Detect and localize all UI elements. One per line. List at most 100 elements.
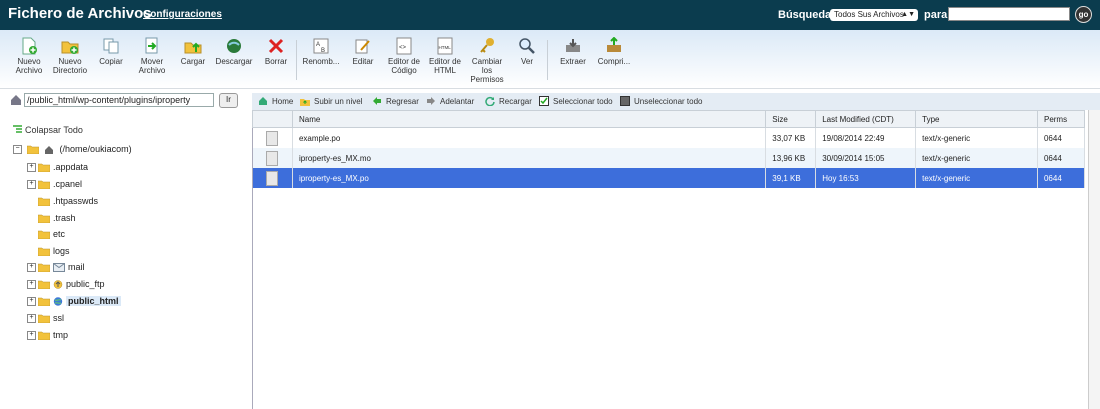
folder-icon xyxy=(38,214,50,224)
code-editor-label: Editor de Código xyxy=(387,57,421,75)
tree-item-label: .htpasswds xyxy=(53,196,99,206)
directory-tree-panel: Colapsar Todo − (/home/oukiacom) + .appda… xyxy=(0,110,253,409)
path-go-button[interactable]: Ir xyxy=(219,93,238,108)
delete-button[interactable]: Borrar xyxy=(262,37,290,66)
table-row[interactable]: example.po 33,07 KB 19/08/2014 22:49 tex… xyxy=(252,127,1086,148)
key-icon xyxy=(480,38,494,53)
new-folder-button[interactable]: Nuevo Directorio xyxy=(51,37,89,75)
path-bar: /public_html/wp-content/plugins/ipropert… xyxy=(10,93,246,108)
extract-icon xyxy=(566,39,580,52)
perms-column-header[interactable]: Perms xyxy=(1036,110,1086,128)
search-label: Búsqueda xyxy=(778,9,832,21)
extract-button[interactable]: Extraer xyxy=(556,37,590,66)
search-input[interactable] xyxy=(948,7,1070,21)
file-size: 39,1 KB xyxy=(765,168,817,188)
copy-button[interactable]: Copiar xyxy=(96,37,126,66)
tree-item-public-ftp[interactable]: + public_ftp xyxy=(27,277,105,291)
tree-root[interactable]: − (/home/oukiacom) xyxy=(13,142,132,156)
edit-icon xyxy=(355,39,370,54)
tree-item-cpanel[interactable]: + .cpanel xyxy=(27,177,82,191)
new-folder-icon xyxy=(61,41,79,54)
file-size: 13,96 KB xyxy=(765,148,817,168)
rename-button[interactable]: AB Renomb... xyxy=(301,37,341,66)
tree-item-appdata[interactable]: + .appdata xyxy=(27,160,88,174)
table-row[interactable]: iproperty-es_MX.mo 13,96 KB 30/09/2014 1… xyxy=(252,148,1086,168)
top-bar: Fichero de Archivos Configuraciones Búsq… xyxy=(0,0,1100,30)
delete-icon xyxy=(268,38,284,54)
copy-label: Copiar xyxy=(99,57,123,66)
expand-toggle-icon[interactable]: + xyxy=(27,180,36,190)
tree-item-etc[interactable]: etc xyxy=(38,227,65,241)
svg-text:<>: <> xyxy=(399,45,407,51)
home-icon xyxy=(259,97,267,105)
back-label: Regresar xyxy=(386,97,419,106)
unselect-all-button[interactable]: Unseleccionar todo xyxy=(620,96,702,106)
file-type: text/x-generic xyxy=(915,148,1038,168)
edit-button[interactable]: Editar xyxy=(350,37,376,66)
upload-button[interactable]: Cargar xyxy=(178,37,208,66)
select-arrows-icon: ▲▼ xyxy=(901,11,915,18)
tree-item-logs[interactable]: logs xyxy=(38,244,70,258)
tree-item-htpasswds[interactable]: .htpasswds xyxy=(38,194,98,208)
edit-label: Editar xyxy=(352,57,374,66)
collapse-all-button[interactable]: Colapsar Todo xyxy=(13,125,83,135)
upload-icon xyxy=(184,42,202,54)
modified-column-header[interactable]: Last Modified (CDT) xyxy=(815,110,917,128)
select-all-button[interactable]: Seleccionar todo xyxy=(539,96,613,106)
tree-item-public-html[interactable]: + public_html xyxy=(27,294,121,308)
compress-button[interactable]: Compri... xyxy=(596,37,632,66)
magnifier-icon xyxy=(519,38,535,54)
home-folder-icon xyxy=(11,95,21,105)
file-name: iproperty-es_MX.mo xyxy=(292,148,767,168)
expand-toggle-icon[interactable]: + xyxy=(27,314,36,324)
expand-toggle-icon[interactable]: + xyxy=(27,331,36,341)
file-list-panel: Name Size Last Modified (CDT) Type Perms… xyxy=(252,110,1100,409)
back-button[interactable]: Regresar xyxy=(372,96,419,106)
icon-column-header xyxy=(252,110,293,128)
up-level-button[interactable]: Subir un nivel xyxy=(300,96,362,106)
path-input[interactable]: /public_html/wp-content/plugins/ipropert… xyxy=(24,93,214,107)
forward-button[interactable]: Adelantar xyxy=(426,96,474,106)
folder-icon xyxy=(38,297,50,307)
code-editor-button[interactable]: <> Editor de Código xyxy=(384,37,424,75)
scrollbar[interactable] xyxy=(1088,110,1100,409)
folder-icon xyxy=(38,247,50,257)
home-icon xyxy=(45,146,54,155)
file-size: 33,07 KB xyxy=(765,127,817,148)
search-scope-select[interactable]: Todos Sus Archivos ▲▼ xyxy=(830,9,918,21)
size-column-header[interactable]: Size xyxy=(765,110,817,128)
copy-icon xyxy=(103,38,119,54)
collapse-all-label: Colapsar Todo xyxy=(25,125,83,135)
view-button[interactable]: Ver xyxy=(514,37,540,66)
move-file-icon xyxy=(145,37,158,54)
move-file-label: Mover Archivo xyxy=(138,57,166,75)
search-go-button[interactable]: go xyxy=(1075,6,1092,23)
expand-toggle-icon[interactable]: + xyxy=(27,297,36,307)
tree-item-label: public_ftp xyxy=(66,279,105,289)
collapse-toggle-icon[interactable]: − xyxy=(13,145,22,155)
file-table: Name Size Last Modified (CDT) Type Perms… xyxy=(252,110,1086,188)
config-link[interactable]: Configuraciones xyxy=(143,9,222,20)
tree-item-label: .trash xyxy=(53,213,76,223)
expand-toggle-icon[interactable]: + xyxy=(27,280,36,290)
new-file-button[interactable]: Nuevo Archivo xyxy=(14,37,44,75)
expand-toggle-icon[interactable]: + xyxy=(27,263,36,273)
checkbox-checked-icon xyxy=(539,96,549,106)
search-scope-value: Todos Sus Archivos xyxy=(834,10,904,19)
change-permissions-button[interactable]: Cambiar los Permisos xyxy=(468,37,506,84)
tree-item-trash[interactable]: .trash xyxy=(38,211,76,225)
move-file-button[interactable]: Mover Archivo xyxy=(135,37,169,75)
expand-toggle-icon[interactable]: + xyxy=(27,163,36,173)
reload-button[interactable]: Recargar xyxy=(485,96,532,106)
html-editor-button[interactable]: HTML Editor de HTML xyxy=(426,37,464,75)
tree-item-tmp[interactable]: + tmp xyxy=(27,328,68,342)
tree-item-mail[interactable]: + mail xyxy=(27,260,85,274)
tree-item-ssl[interactable]: + ssl xyxy=(27,311,64,325)
file-icon xyxy=(266,170,279,186)
name-column-header[interactable]: Name xyxy=(291,110,767,128)
home-button[interactable]: Home xyxy=(258,96,293,106)
table-row-selected[interactable]: iproperty-es_MX.po 39,1 KB Hoy 16:53 tex… xyxy=(252,168,1086,188)
download-button[interactable]: Descargar xyxy=(214,37,254,66)
type-column-header[interactable]: Type xyxy=(915,110,1038,128)
view-label: Ver xyxy=(520,57,533,66)
